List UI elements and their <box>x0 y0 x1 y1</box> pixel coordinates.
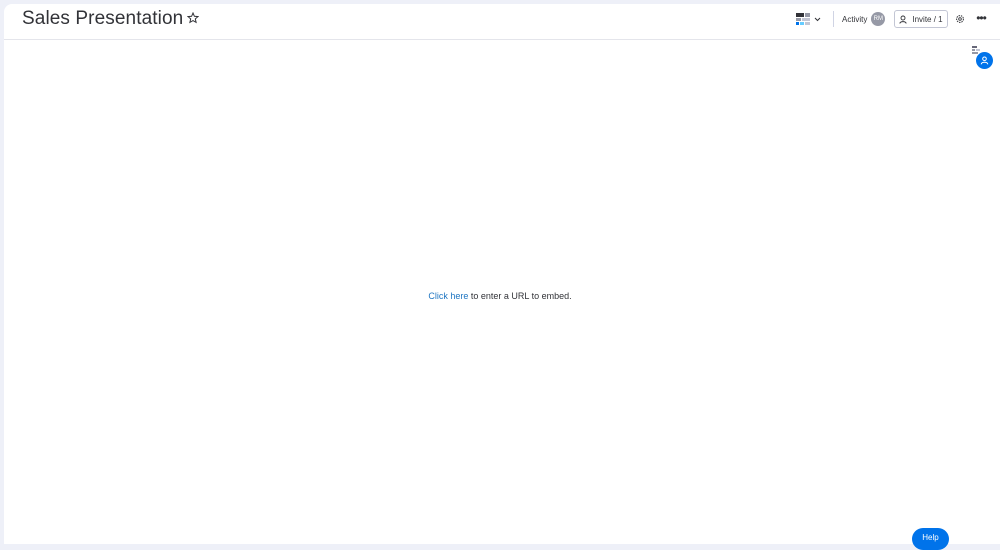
more-icon[interactable]: ••• <box>973 10 989 26</box>
board-header: Sales Presentation Activity RM Invite / … <box>4 4 1000 40</box>
activity-label: Activity <box>842 14 868 24</box>
user-avatar-button[interactable] <box>976 52 993 69</box>
embed-message: Click here to enter a URL to embed. <box>0 291 1000 301</box>
help-button[interactable]: Help <box>912 528 949 550</box>
star-icon[interactable] <box>187 12 199 24</box>
chevron-down-icon <box>814 17 821 21</box>
invite-button[interactable]: Invite / 1 <box>894 10 948 28</box>
main-frame: Sales Presentation Activity RM Invite / … <box>4 4 1000 544</box>
help-label: Help <box>922 533 939 542</box>
embed-url-link[interactable]: Click here <box>428 291 468 301</box>
page-title[interactable]: Sales Presentation <box>22 8 183 30</box>
header-divider <box>833 11 834 27</box>
avatar: RM <box>871 12 886 26</box>
user-icon <box>980 56 989 65</box>
person-add-icon <box>899 15 908 24</box>
invite-label: Invite / 1 <box>912 14 943 24</box>
view-switcher-button[interactable] <box>796 11 826 27</box>
gear-icon[interactable] <box>955 14 965 24</box>
board-view-icon <box>796 13 810 25</box>
embed-message-text: to enter a URL to embed. <box>468 291 572 301</box>
activity-button[interactable]: Activity RM <box>842 11 886 27</box>
